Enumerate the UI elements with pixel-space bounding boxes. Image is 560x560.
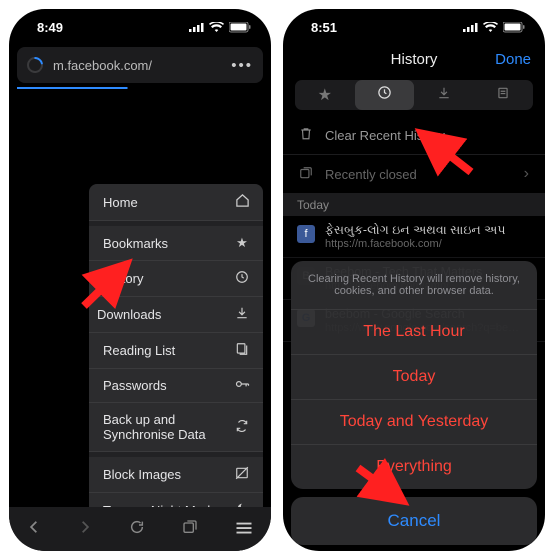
seg-bookmarks[interactable]: ★ [295, 80, 355, 110]
tabs-icon [299, 166, 313, 183]
menu-label: History [103, 271, 143, 286]
action-label: Clear Recent History… [325, 128, 458, 143]
history-row[interactable]: f ફેસબુક-લોગ ઇન અથવા સાઇન અપ https://m.f… [283, 216, 545, 258]
menu-label: Reading List [103, 343, 175, 358]
chevron-right-icon: › [524, 165, 529, 183]
favicon-facebook-icon: f [297, 225, 315, 243]
phone-right: 8:51 History Done ★ Clear Recent History… [283, 9, 545, 551]
battery-icon [229, 22, 251, 33]
menu-passwords[interactable]: Passwords [89, 369, 263, 403]
seg-downloads[interactable] [414, 80, 474, 110]
row-title: ફેસબુક-લોગ ઇન અથવા સાઇન અપ [325, 223, 505, 238]
clear-history-sheet: Clearing Recent History will remove hist… [291, 261, 537, 545]
clear-everything[interactable]: Everything [291, 444, 537, 489]
star-icon: ★ [233, 235, 251, 251]
clear-last-hour[interactable]: The Last Hour [291, 309, 537, 354]
menu-label: Block Images [103, 467, 181, 482]
url-text: m.facebook.com/ [53, 58, 152, 73]
menu-label: Passwords [103, 378, 167, 393]
bottom-toolbar [9, 507, 271, 551]
back-icon[interactable] [27, 519, 41, 540]
clear-today-yesterday[interactable]: Today and Yesterday [291, 399, 537, 444]
star-icon: ★ [318, 85, 332, 105]
menu-reading-list[interactable]: Reading List [89, 333, 263, 369]
menu-bookmarks[interactable]: Bookmarks ★ [89, 226, 263, 261]
status-bar: 8:51 [283, 9, 545, 45]
action-label: Recently closed [325, 167, 417, 182]
url-bar[interactable]: m.facebook.com/ ••• [17, 47, 263, 83]
battery-icon [503, 22, 525, 33]
home-icon [233, 193, 251, 211]
seg-reading-list[interactable] [474, 80, 534, 110]
reading-list-icon [233, 342, 251, 359]
menu-label: Back up and Synchronise Data [103, 412, 223, 442]
clear-today[interactable]: Today [291, 354, 537, 399]
wifi-icon [209, 22, 224, 33]
phone-left: 8:49 m.facebook.com/ ••• Home Bookmarks ★… [9, 9, 271, 551]
menu-downloads[interactable]: Downloads [89, 297, 263, 333]
download-icon [437, 86, 451, 105]
status-bar: 8:49 [9, 9, 271, 45]
menu-history[interactable]: History [89, 261, 263, 297]
menu-block-images[interactable]: Block Images [89, 457, 263, 493]
tabs-icon[interactable] [182, 519, 198, 540]
menu-backup[interactable]: Back up and Synchronise Data [89, 403, 263, 452]
clear-recent-history[interactable]: Clear Recent History… [283, 116, 545, 155]
row-url: https://m.facebook.com/ [325, 238, 505, 250]
clock: 8:51 [311, 20, 337, 35]
section-header-today: Today [283, 194, 545, 216]
trash-icon [299, 126, 313, 144]
forward-icon[interactable] [78, 519, 92, 540]
loading-spinner-icon [24, 54, 47, 77]
wifi-icon [483, 22, 498, 33]
recently-closed[interactable]: Recently closed › [283, 155, 545, 194]
menu-label: Bookmarks [103, 236, 168, 251]
menu-label: Home [103, 195, 138, 210]
hamburger-icon[interactable] [235, 519, 253, 540]
clear-message: Clearing Recent History will remove hist… [291, 261, 537, 309]
reload-icon[interactable] [129, 519, 145, 540]
segment-control[interactable]: ★ [295, 80, 533, 110]
more-icon[interactable]: ••• [231, 57, 253, 74]
block-images-icon [233, 466, 251, 483]
reading-list-icon [496, 86, 510, 105]
cancel-button[interactable]: Cancel [291, 497, 537, 545]
done-button[interactable]: Done [495, 51, 531, 68]
main-menu: Home Bookmarks ★ History Downloads Readin… [89, 184, 263, 551]
seg-history[interactable] [355, 80, 415, 110]
clock-icon [233, 270, 251, 287]
menu-home[interactable]: Home [89, 184, 263, 221]
history-header: History Done [283, 45, 545, 74]
key-icon [233, 378, 251, 393]
signal-icon [189, 22, 204, 32]
download-icon [233, 306, 251, 323]
signal-icon [463, 22, 478, 32]
clock-icon [377, 85, 392, 105]
progress-bar [17, 87, 263, 89]
menu-label: Downloads [97, 307, 161, 322]
clock: 8:49 [37, 20, 63, 35]
sync-icon [233, 419, 251, 436]
